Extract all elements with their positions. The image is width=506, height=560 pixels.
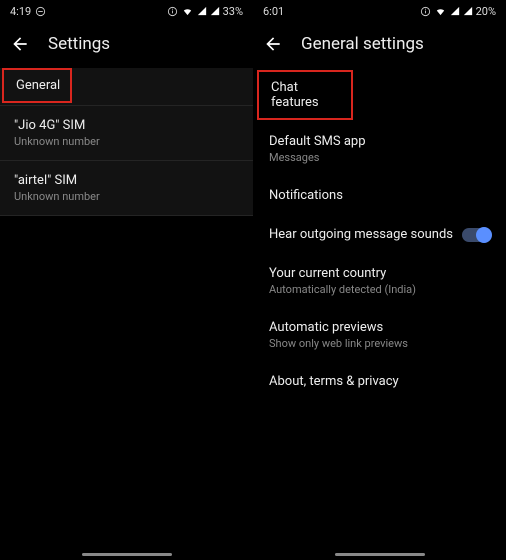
status-time: 4:19 [10, 5, 31, 18]
settings-item-sim2[interactable]: "airtel" SIM Unknown number [0, 160, 253, 216]
item-label: Default SMS app [269, 134, 490, 149]
item-label: "airtel" SIM [14, 173, 239, 188]
item-sublabel: Unknown number [14, 190, 239, 203]
status-battery: 20% [476, 5, 496, 18]
screen-general-settings: 6:01 20% General settings Chat features [253, 0, 506, 560]
item-automatic-previews[interactable]: Automatic previews Show only web link pr… [255, 308, 504, 362]
signal-icon [197, 6, 207, 16]
item-sublabel: Messages [269, 151, 490, 164]
page-title: Settings [48, 34, 110, 54]
item-label: Your current country [269, 266, 490, 281]
item-label: Chat features [271, 80, 339, 110]
settings-list: General "Jio 4G" SIM Unknown number "air… [0, 68, 253, 216]
item-label: About, terms & privacy [269, 374, 490, 389]
general-settings-list: Chat features Default SMS app Messages N… [253, 70, 506, 401]
wifi-icon [434, 6, 447, 17]
item-label: General [16, 78, 58, 93]
item-outgoing-sounds[interactable]: Hear outgoing message sounds [255, 215, 504, 254]
info-icon [420, 6, 431, 17]
app-bar: General settings [253, 22, 506, 66]
item-sublabel: Unknown number [14, 135, 239, 148]
back-button[interactable] [263, 34, 283, 54]
settings-item-sim1[interactable]: "Jio 4G" SIM Unknown number [0, 105, 253, 160]
status-bar: 4:19 33% [0, 0, 253, 22]
signal-icon [450, 6, 460, 16]
app-bar: Settings [0, 22, 253, 66]
status-time: 6:01 [263, 5, 284, 18]
item-label: Hear outgoing message sounds [269, 227, 462, 242]
screen-settings: 4:19 33% Settings Ge [0, 0, 253, 560]
status-battery: 33% [223, 5, 243, 18]
info-icon [167, 6, 178, 17]
item-notifications[interactable]: Notifications [255, 176, 504, 215]
item-default-sms[interactable]: Default SMS app Messages [255, 122, 504, 176]
item-sublabel: Show only web link previews [269, 337, 490, 350]
status-bar: 6:01 20% [253, 0, 506, 22]
back-button[interactable] [10, 34, 30, 54]
item-chat-features[interactable]: Chat features [257, 70, 353, 120]
toggle-switch[interactable] [462, 228, 490, 242]
signal-icon [210, 6, 220, 16]
item-label: "Jio 4G" SIM [14, 118, 239, 133]
wifi-icon [181, 6, 194, 17]
home-indicator[interactable] [82, 553, 172, 556]
dnd-icon [35, 6, 46, 17]
page-title: General settings [301, 34, 424, 54]
signal-icon [463, 6, 473, 16]
home-indicator[interactable] [335, 553, 425, 556]
settings-item-general[interactable]: General [2, 68, 72, 103]
item-sublabel: Automatically detected (India) [269, 283, 490, 296]
item-label: Notifications [269, 188, 490, 203]
item-current-country[interactable]: Your current country Automatically detec… [255, 254, 504, 308]
item-label: Automatic previews [269, 320, 490, 335]
item-about[interactable]: About, terms & privacy [255, 362, 504, 401]
